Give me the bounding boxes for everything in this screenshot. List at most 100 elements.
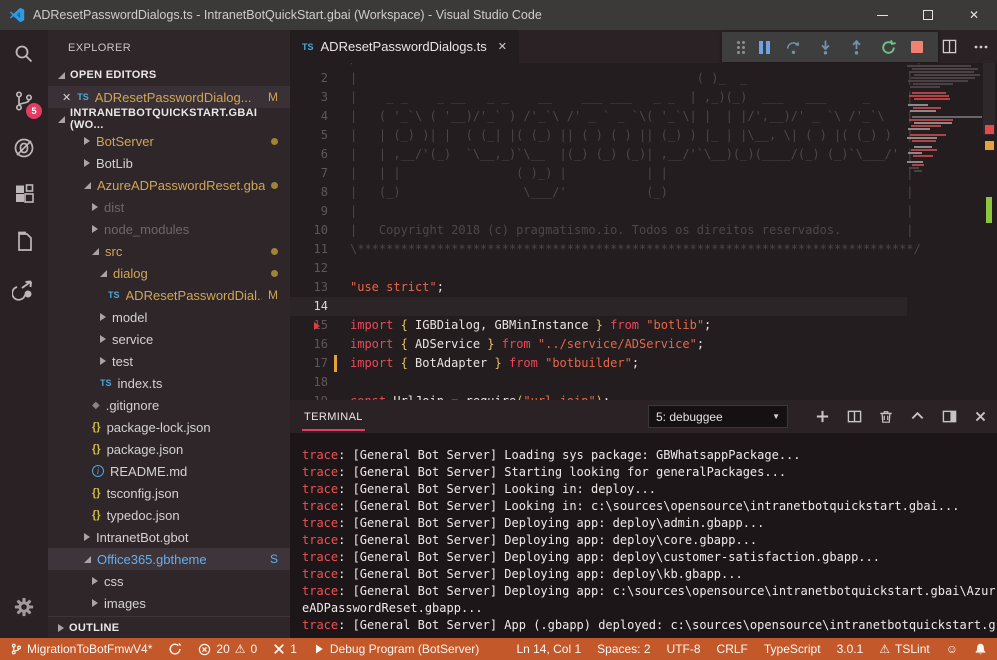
tree-item-images[interactable]: images — [48, 592, 290, 614]
more-actions-icon[interactable] — [973, 39, 989, 55]
tools-item[interactable]: 1 — [273, 642, 297, 656]
sync-item[interactable] — [168, 642, 182, 656]
maximize-panel-icon[interactable] — [910, 409, 925, 424]
modified-badge: M — [268, 90, 278, 104]
extensions-icon[interactable] — [0, 171, 48, 218]
split-terminal-icon[interactable] — [847, 409, 862, 424]
code-line-17[interactable]: 17import { BotAdapter } from "botbuilder… — [290, 354, 907, 373]
tree-item-node-modules[interactable]: node_modules — [48, 218, 290, 240]
pages-icon[interactable] — [0, 218, 48, 265]
language-mode[interactable]: TypeScript — [764, 642, 821, 656]
share-icon[interactable] — [0, 265, 48, 312]
debug-icon[interactable] — [0, 124, 48, 171]
tree-item-package-json[interactable]: {}package.json — [48, 438, 290, 460]
code-line-14[interactable]: 14 — [290, 297, 907, 316]
encoding[interactable]: UTF-8 — [667, 642, 701, 656]
tree-item-botlib[interactable]: BotLib — [48, 152, 290, 174]
debug-status-item[interactable]: Debug Program (BotServer) — [313, 642, 479, 656]
tree-item-dist[interactable]: dist — [48, 196, 290, 218]
tree-item-tsconfig-json[interactable]: {}tsconfig.json — [48, 482, 290, 504]
git-status-badge: S — [270, 552, 278, 566]
tree-item-azureadpasswordreset-gba-[interactable]: AzureADPasswordReset.gba... — [48, 174, 290, 196]
json-file-icon: {} — [92, 487, 101, 499]
indentation[interactable]: Spaces: 2 — [597, 642, 650, 656]
code-line-3[interactable]: 3| _ _ _ __ _ _ __ ___ ___ _ _ | ,_)(_) … — [290, 88, 907, 107]
window-title: ADResetPasswordDialogs.ts - IntranetBotQ… — [33, 8, 542, 22]
tree-item--gitignore[interactable]: ◆.gitignore — [48, 394, 290, 416]
overview-ruler[interactable] — [981, 63, 997, 400]
tree-item-intranetbot-gbot[interactable]: IntranetBot.gbot — [48, 526, 290, 548]
tree-item-readme-md[interactable]: iREADME.md — [48, 460, 290, 482]
code-line-4[interactable]: 4| ( '_`\ ( '__)/'_` ) /'_`\ /' _ ` _ `\… — [290, 107, 907, 126]
code-line-8[interactable]: 8| (_) \___/' (_) | — [290, 183, 907, 202]
workspace-header[interactable]: INTRANETBOTQUICKSTART.GBAI (WO... — [48, 108, 290, 130]
pause-button[interactable] — [759, 41, 770, 54]
step-into-button[interactable] — [817, 39, 834, 56]
tree-item-test[interactable]: test — [48, 350, 290, 372]
code-line-5[interactable]: 5| | (_) )| | ( (_| |( (_) || ( ) ( ) ||… — [290, 126, 907, 145]
code-line-11[interactable]: 11\*************************************… — [290, 240, 907, 259]
tab-close-icon[interactable]: ✕ — [498, 40, 507, 53]
close-button[interactable]: ✕ — [951, 0, 997, 30]
tree-item-label: node_modules — [104, 222, 189, 237]
minimize-button[interactable] — [859, 0, 905, 30]
editor-area: TS ADResetPasswordDialogs.ts ✕ — [290, 30, 997, 638]
stop-button[interactable] — [911, 41, 923, 53]
maximize-button[interactable] — [905, 0, 951, 30]
restart-button[interactable] — [880, 39, 897, 56]
tree-item-typedoc-json[interactable]: {}typedoc.json — [48, 504, 290, 526]
cursor-position[interactable]: Ln 14, Col 1 — [516, 642, 581, 656]
problems-item[interactable]: 20 ⚠ 0 — [198, 642, 257, 656]
terminal-tab[interactable]: TERMINAL — [302, 403, 365, 431]
code-line-10[interactable]: 10| Copyright 2018 (c) pragmatismo.io. T… — [290, 221, 907, 240]
code-line-7[interactable]: 7| | | ( )_) | | | | — [290, 164, 907, 183]
tree-item-adresetpassworddial-[interactable]: TSADResetPasswordDial...M — [48, 284, 290, 306]
tree-item-botserver[interactable]: BotServer — [48, 130, 290, 152]
new-terminal-icon[interactable] — [815, 409, 830, 424]
tree-item-src[interactable]: src — [48, 240, 290, 262]
toggle-panel-icon[interactable] — [942, 409, 957, 424]
tree-item-dialog[interactable]: dialog — [48, 262, 290, 284]
code-text: import { BotAdapter } from "botbuilder"; — [328, 354, 639, 373]
code-line-12[interactable]: 12 — [290, 259, 907, 278]
step-over-button[interactable] — [785, 39, 802, 56]
open-editors-header[interactable]: OPEN EDITORS — [48, 64, 290, 86]
code-line-18[interactable]: 18 — [290, 373, 907, 392]
split-editor-icon[interactable] — [942, 39, 957, 54]
outline-header[interactable]: OUTLINE — [48, 616, 290, 638]
kill-terminal-icon[interactable] — [879, 409, 893, 424]
feedback-smiley-icon[interactable]: ☺ — [946, 642, 958, 656]
tree-item-index-ts[interactable]: TSindex.ts — [48, 372, 290, 394]
settings-gear-icon[interactable] — [0, 583, 48, 630]
source-control-icon[interactable]: 5 — [0, 77, 48, 124]
close-editor-icon[interactable]: ✕ — [62, 91, 71, 104]
warning-icon: ⚠ — [235, 642, 246, 656]
code-line-13[interactable]: 13"use strict"; — [290, 278, 907, 297]
code-line-15[interactable]: 15import { IGBDialog, GBMinInstance } fr… — [290, 316, 907, 335]
eol-sequence[interactable]: CRLF — [717, 642, 748, 656]
code-line-9[interactable]: 9| | — [290, 202, 907, 221]
code-editor[interactable]: 1/**************************************… — [290, 63, 997, 400]
tree-item-css[interactable]: css — [48, 570, 290, 592]
notifications-bell-icon[interactable] — [974, 642, 987, 656]
tree-item-package-lock-json[interactable]: {}package-lock.json — [48, 416, 290, 438]
code-line-16[interactable]: 16import { ADService } from "../service/… — [290, 335, 907, 354]
typescript-version[interactable]: 3.0.1 — [837, 642, 864, 656]
tslint-item[interactable]: ⚠ TSLint — [879, 642, 929, 656]
close-panel-icon[interactable] — [974, 410, 987, 423]
code-line-2[interactable]: 2| ( )_ _ | — [290, 69, 907, 88]
drag-handle-icon[interactable] — [737, 41, 745, 54]
open-editor-item[interactable]: ✕ TS ADResetPasswordDialog... M — [48, 86, 290, 108]
search-icon[interactable] — [0, 30, 48, 77]
tree-item-service[interactable]: service — [48, 328, 290, 350]
code-line-19[interactable]: 19const UrlJoin = require("url-join"); — [290, 392, 907, 400]
tree-item-model[interactable]: model — [48, 306, 290, 328]
terminal-select[interactable]: 5: debuggee ▼ — [648, 405, 788, 428]
terminal-output[interactable]: trace: [General Bot Server] Loading sys … — [290, 433, 997, 638]
tab-adresetpassworddialogs[interactable]: TS ADResetPasswordDialogs.ts ✕ — [290, 30, 519, 63]
code-line-6[interactable]: 6| | ,__/'(_) `\__,_)`\__ |(_) (_) (_)| … — [290, 145, 907, 164]
minimap[interactable] — [907, 65, 981, 400]
git-branch-item[interactable]: MigrationToBotFmwV4* — [10, 642, 152, 656]
tree-item-office365-gbtheme[interactable]: Office365.gbthemeS — [48, 548, 290, 570]
step-out-button[interactable] — [848, 39, 865, 56]
